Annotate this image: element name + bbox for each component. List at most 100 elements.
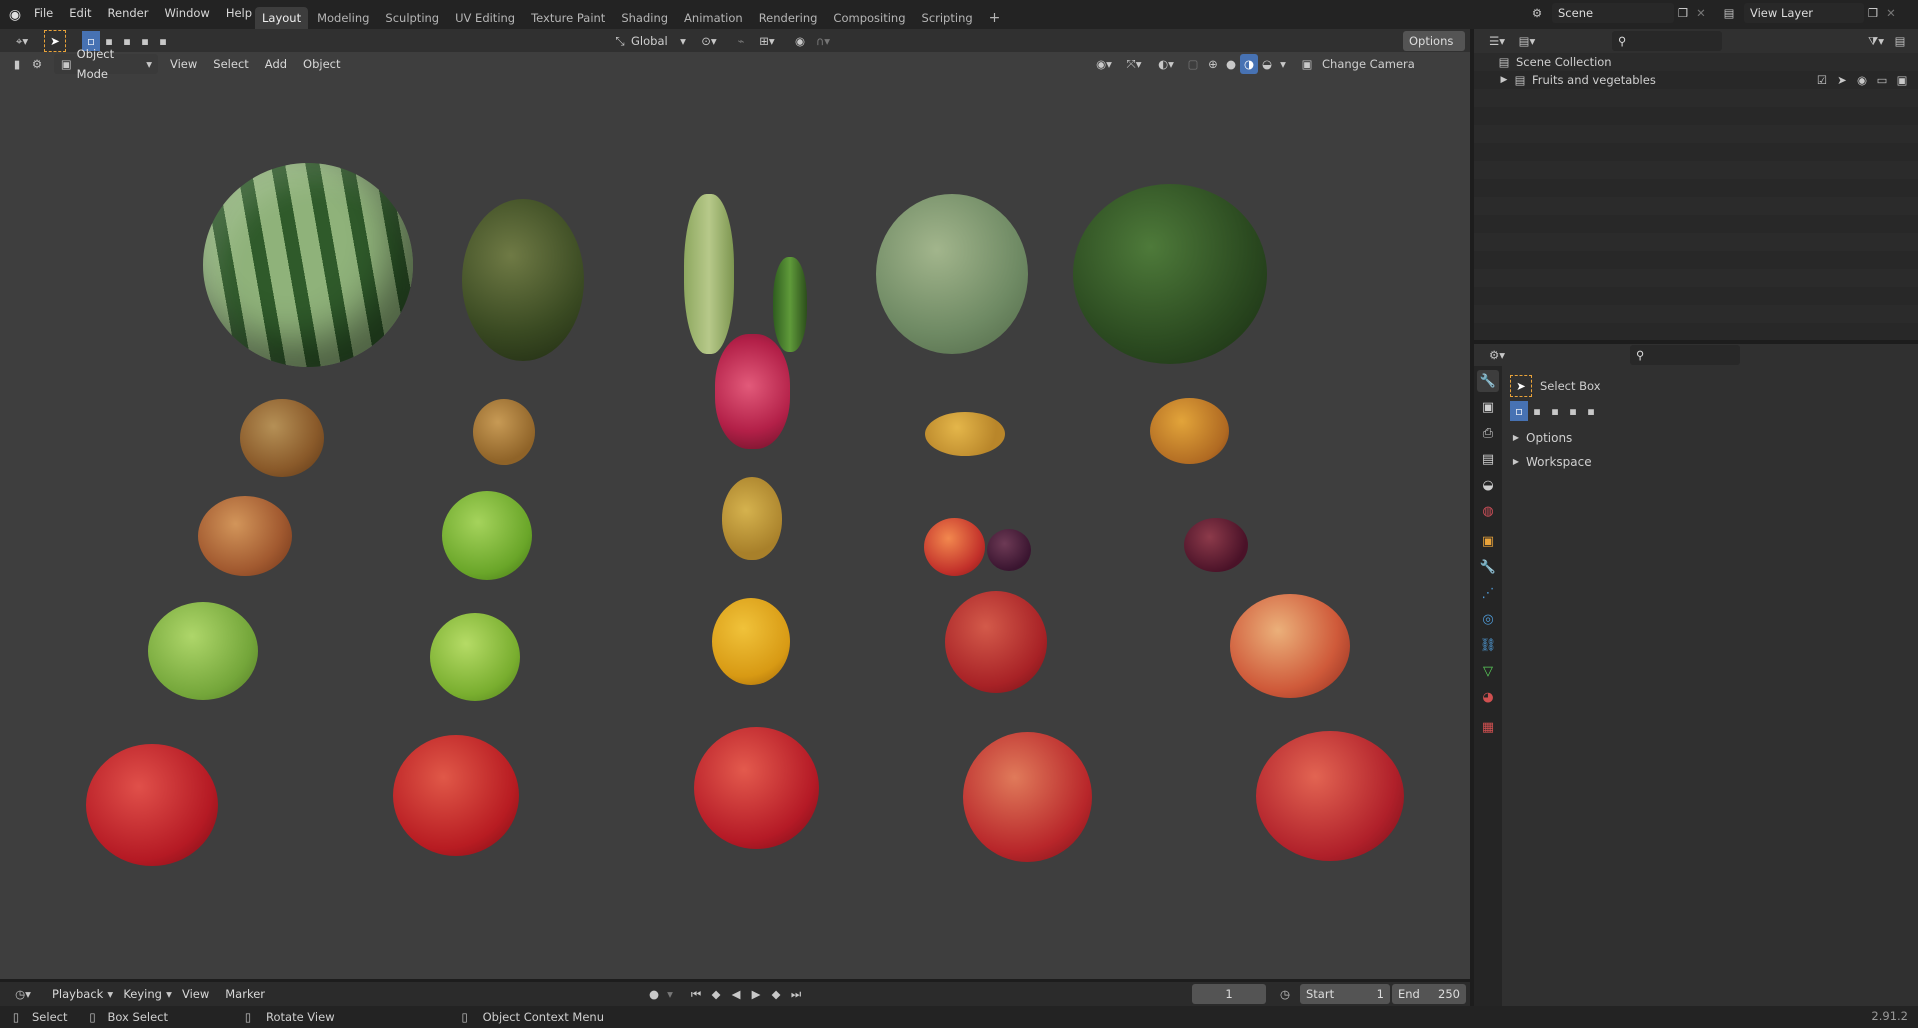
- gizmo-icon[interactable]: ⤧▾: [1118, 54, 1150, 74]
- overlay-icon[interactable]: ◐▾: [1150, 54, 1182, 74]
- potato-1[interactable]: [473, 399, 535, 465]
- zucchini[interactable]: [684, 194, 734, 354]
- menu-marker[interactable]: Marker: [217, 984, 273, 1004]
- expand-arrow-icon[interactable]: ▶: [1496, 70, 1512, 90]
- material-tab-icon[interactable]: ◕: [1477, 686, 1499, 708]
- jump-end-icon[interactable]: ⏭: [786, 984, 806, 1004]
- tab-modeling[interactable]: Modeling: [310, 7, 376, 29]
- cantaloupe[interactable]: [876, 194, 1028, 354]
- options-panel-header[interactable]: ▶ Options: [1510, 426, 1910, 450]
- watermelon[interactable]: [203, 163, 413, 367]
- red-apple-row4-2[interactable]: [1230, 594, 1350, 698]
- mode-dropdown[interactable]: ▣ Object Mode ▾: [54, 47, 158, 81]
- properties-editor-type-icon[interactable]: ⚙▾: [1482, 345, 1512, 365]
- menu-window[interactable]: Window: [156, 0, 217, 29]
- menu-edit[interactable]: Edit: [61, 0, 99, 29]
- tab-shading[interactable]: Shading: [614, 7, 675, 29]
- outliner-editor-type-icon[interactable]: ☰▾: [1482, 31, 1512, 51]
- material-shading-icon[interactable]: ◑: [1240, 54, 1258, 74]
- menu-playback[interactable]: Playback: [44, 984, 111, 1004]
- render-tab-icon[interactable]: ▣: [1477, 396, 1499, 418]
- monitor-icon[interactable]: ▭: [1872, 70, 1892, 90]
- menu-render[interactable]: Render: [100, 0, 157, 29]
- pivot-point-icon[interactable]: ⊙▾: [695, 31, 723, 51]
- proportional-edit-icon[interactable]: ◉: [789, 31, 811, 51]
- peach[interactable]: [924, 518, 985, 576]
- menu-object[interactable]: Object: [295, 54, 348, 74]
- change-camera-button[interactable]: Change Camera: [1322, 57, 1415, 71]
- workspace-panel-header[interactable]: ▶ Workspace: [1510, 450, 1910, 474]
- tab-sculpting[interactable]: Sculpting: [378, 7, 446, 29]
- delete-view-layer-icon[interactable]: ✕: [1882, 3, 1900, 23]
- red-apple-row5-2[interactable]: [393, 735, 519, 856]
- prev-keyframe-icon[interactable]: ◆: [706, 984, 726, 1004]
- mode-difference-icon[interactable]: ▪: [1564, 401, 1582, 421]
- snap-icon[interactable]: ⌁: [729, 31, 753, 51]
- texture-tab-icon[interactable]: ▦: [1477, 716, 1499, 738]
- solid-shading-icon[interactable]: ●: [1222, 54, 1240, 74]
- current-frame-field[interactable]: 1: [1192, 984, 1266, 1004]
- delete-scene-icon[interactable]: ✕: [1692, 3, 1710, 23]
- scene-icon[interactable]: ⚙: [1524, 3, 1550, 23]
- red-apple-row5-4[interactable]: [963, 732, 1092, 862]
- bookmark-icon[interactable]: ▮: [8, 54, 26, 74]
- options-dropdown[interactable]: Options: [1403, 31, 1465, 51]
- menu-help[interactable]: Help: [218, 0, 260, 29]
- particles-tab-icon[interactable]: ⋰: [1477, 582, 1499, 604]
- object-tab-icon[interactable]: ▣: [1477, 530, 1499, 552]
- record-icon[interactable]: ●: [644, 984, 664, 1004]
- blender-logo-icon[interactable]: ◉: [4, 5, 26, 25]
- dragon-fruit[interactable]: [715, 334, 790, 449]
- selectable-icon[interactable]: ➤: [1832, 70, 1852, 90]
- potato-2[interactable]: [925, 412, 1005, 456]
- mode-subtract-icon[interactable]: ▪: [1546, 401, 1564, 421]
- menu-file[interactable]: File: [26, 0, 61, 29]
- select-tool-icon[interactable]: ➤: [44, 30, 66, 52]
- tab-texture-paint[interactable]: Texture Paint: [524, 7, 612, 29]
- mode-intersect-icon[interactable]: ▪: [154, 31, 172, 51]
- falloff-icon[interactable]: ∩▾: [811, 31, 835, 51]
- pear[interactable]: [722, 477, 782, 560]
- menu-timeline-view[interactable]: View: [174, 984, 217, 1004]
- scene-field[interactable]: Scene: [1552, 3, 1674, 23]
- tab-animation[interactable]: Animation: [677, 7, 750, 29]
- new-scene-icon[interactable]: ❐: [1674, 3, 1692, 23]
- view-layer-field[interactable]: View Layer: [1744, 3, 1864, 23]
- add-workspace-button[interactable]: +: [982, 7, 1008, 29]
- tab-layout[interactable]: Layout: [255, 7, 309, 29]
- checkbox-icon[interactable]: ☑: [1812, 70, 1832, 90]
- melon-dark[interactable]: [462, 199, 584, 361]
- filter-icon[interactable]: ⧩▾: [1862, 31, 1890, 51]
- green-apple-row3[interactable]: [442, 491, 532, 580]
- xray-icon[interactable]: ▢: [1182, 54, 1204, 74]
- world-tab-icon[interactable]: ◍: [1477, 500, 1499, 522]
- menu-add[interactable]: Add: [257, 54, 295, 74]
- view-object-types-icon[interactable]: ⚙: [26, 54, 48, 74]
- wireframe-shading-icon[interactable]: ⊕: [1204, 54, 1222, 74]
- display-mode-icon[interactable]: ▤▾: [1512, 31, 1542, 51]
- outliner-row-fruits[interactable]: ▶ ▤ Fruits and vegetables ☑ ➤ ◉ ▭ ▣: [1474, 71, 1918, 89]
- mode-new-icon[interactable]: ▫: [1510, 401, 1528, 421]
- play-reverse-icon[interactable]: ◀: [726, 984, 746, 1004]
- apple-row3-1[interactable]: [198, 496, 292, 576]
- outliner-row-scene-collection[interactable]: ▤ Scene Collection: [1474, 53, 1918, 71]
- mode-intersect-icon[interactable]: ▪: [1582, 401, 1600, 421]
- jump-start-icon[interactable]: ⏮: [686, 984, 706, 1004]
- chevron-down-icon[interactable]: ▾: [1276, 54, 1290, 74]
- cucumber[interactable]: [773, 257, 807, 352]
- red-apple-row5-5[interactable]: [1256, 731, 1404, 861]
- view-layer-icon[interactable]: ▤: [1716, 3, 1742, 23]
- scene-tab-icon[interactable]: ◒: [1477, 474, 1499, 496]
- orientation-dropdown[interactable]: Global: [629, 34, 677, 48]
- plum-1[interactable]: [987, 529, 1031, 571]
- constraints-tab-icon[interactable]: ⛓: [1477, 634, 1499, 656]
- stopwatch-icon[interactable]: ◷: [1274, 984, 1296, 1004]
- tool-tab-icon[interactable]: 🔧: [1477, 370, 1499, 392]
- rendered-shading-icon[interactable]: ◒: [1258, 54, 1276, 74]
- new-collection-icon[interactable]: ▤: [1890, 31, 1910, 51]
- menu-keying[interactable]: Keying: [115, 984, 170, 1004]
- data-tab-icon[interactable]: ▽: [1477, 660, 1499, 682]
- mode-extend-icon[interactable]: ▪: [1528, 401, 1546, 421]
- tab-scripting[interactable]: Scripting: [915, 7, 980, 29]
- end-frame-field[interactable]: End 250: [1392, 984, 1466, 1004]
